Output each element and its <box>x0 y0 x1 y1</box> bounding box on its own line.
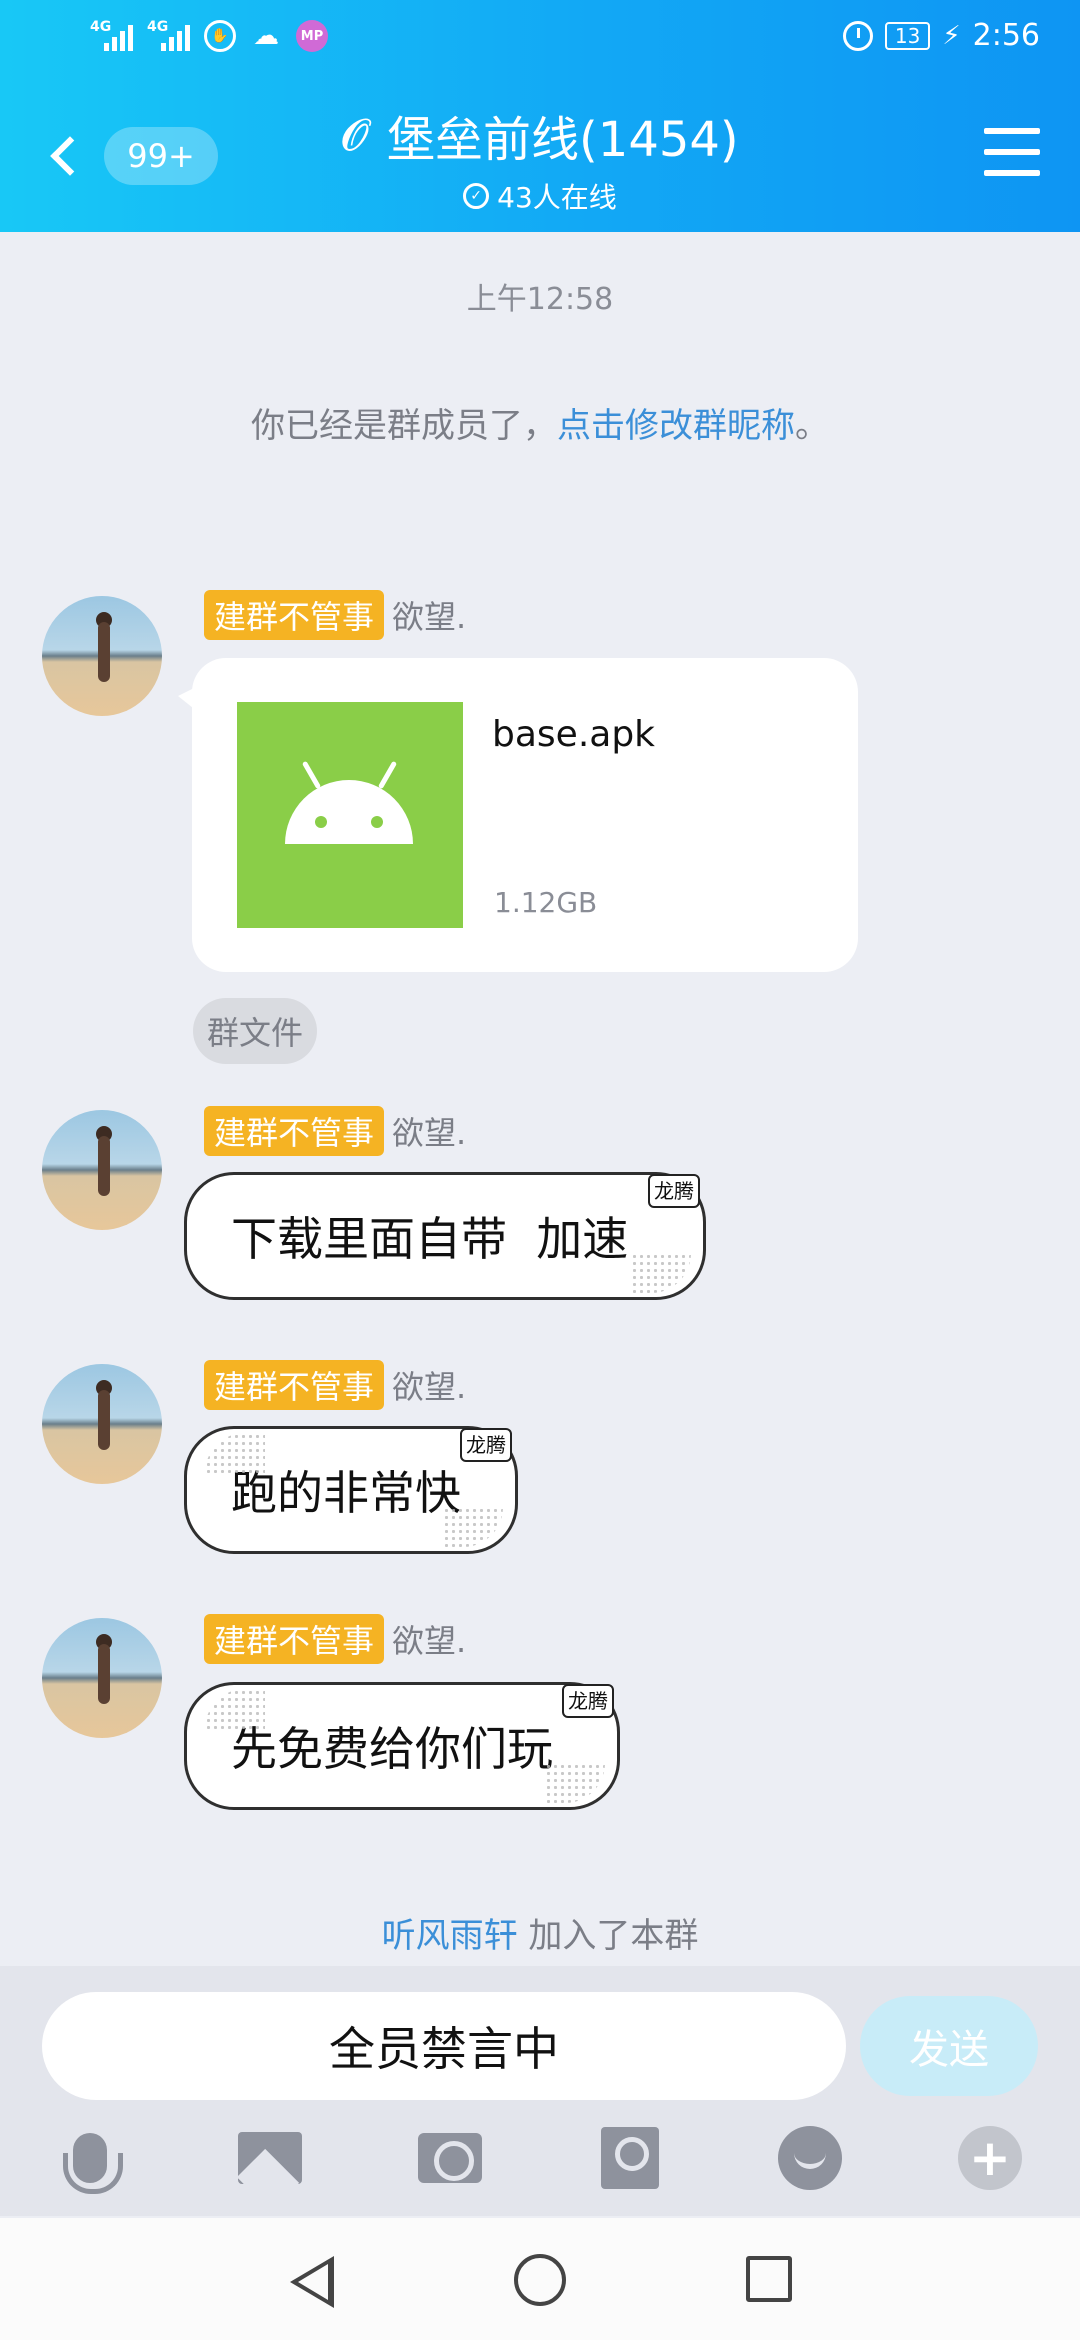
member-title-tag: 建群不管事 <box>204 1106 385 1156</box>
join-notice-text: 加入了本群 <box>517 1916 699 1956</box>
mp-app-icon: MP <box>296 20 328 52</box>
send-button[interactable]: 发送 <box>860 1996 1038 2096</box>
sender-nickname[interactable]: 欲望. <box>392 592 466 638</box>
status-left: 4G 4G ✋ ☁ MP <box>90 19 328 52</box>
menu-button[interactable] <box>984 128 1040 176</box>
sender-nickname[interactable]: 欲望. <box>392 1616 466 1662</box>
avatar[interactable] <box>42 1618 162 1738</box>
text-message-bubble[interactable]: 先免费给你们玩 <box>184 1682 620 1810</box>
edit-nickname-link[interactable]: 点击修改群昵称 <box>557 406 795 446</box>
bubble-decoration-badge: 龙腾 <box>562 1684 614 1718</box>
bubble-decoration-badge: 龙腾 <box>648 1174 700 1208</box>
ear-icon[interactable]: 𝓞 <box>341 110 369 161</box>
emoji-icon[interactable] <box>778 2126 842 2190</box>
plus-icon[interactable]: + <box>958 2126 1022 2190</box>
message-timestamp: 上午12:58 <box>466 282 614 317</box>
chat-header: 4G 4G ✋ ☁ MP 13 ⚡ 2:56 99+ 𝓞 堡垒前线(1454) <box>0 0 1080 232</box>
online-count: 43人在线 <box>497 181 617 214</box>
status-time: 2:56 <box>972 18 1040 53</box>
status-bar: 4G 4G ✋ ☁ MP 13 ⚡ 2:56 <box>0 0 1080 80</box>
network-label-1: 4G <box>90 19 112 35</box>
wechat-icon: ☁ <box>253 21 279 51</box>
notification-app-icon: ✋ <box>204 20 236 52</box>
message-text: 跑的非常快 <box>231 1466 461 1520</box>
system-nav-bar <box>0 2218 1080 2340</box>
file-name: base.apk <box>492 714 656 755</box>
file-size: 1.12GB <box>494 886 598 919</box>
group-title: 堡垒前线(1454) <box>387 112 739 168</box>
message-text: 先免费给你们玩 <box>231 1722 553 1776</box>
network-label-2: 4G <box>147 19 169 35</box>
status-right: 13 ⚡ 2:56 <box>842 18 1040 53</box>
system-notice: 你已经是群成员了，点击修改群昵称。 <box>0 398 1080 447</box>
avatar[interactable] <box>42 1110 162 1230</box>
chat-title-area[interactable]: 𝓞 堡垒前线(1454) ✓ 43人在线 <box>0 100 1080 216</box>
avatar[interactable] <box>42 1364 162 1484</box>
nav-home-icon[interactable] <box>514 2254 566 2306</box>
file-message-bubble[interactable]: base.apk 1.12GB <box>178 658 858 972</box>
system-notice-text: 你已经是群成员了， <box>251 406 557 446</box>
sender-nickname[interactable]: 欲望. <box>392 1362 466 1408</box>
online-check-icon: ✓ <box>463 183 490 209</box>
bubble-decoration-badge: 龙腾 <box>460 1428 512 1462</box>
avatar[interactable] <box>42 596 162 716</box>
sender-nickname[interactable]: 欲望. <box>392 1108 466 1154</box>
member-title-tag: 建群不管事 <box>204 590 385 640</box>
sender-row: 建群不管事 欲望. <box>204 590 466 640</box>
nav-recents-icon[interactable] <box>746 2256 792 2302</box>
joined-user-link[interactable]: 听风雨轩 <box>382 1916 518 1956</box>
sender-row: 建群不管事 欲望. <box>204 1360 466 1410</box>
android-apk-icon <box>237 702 463 928</box>
message-text: 下载里面自带 加速 <box>231 1212 629 1266</box>
text-message-bubble[interactable]: 下载里面自带 加速 <box>184 1172 706 1300</box>
input-toolbar: + <box>0 2126 1080 2206</box>
input-area: 全员禁言中 发送 + <box>0 1966 1080 2216</box>
nav-back-icon[interactable] <box>290 2256 334 2308</box>
charging-icon: ⚡ <box>942 20 961 51</box>
signal-icon-1: 4G <box>90 19 133 51</box>
member-title-tag: 建群不管事 <box>204 1614 385 1664</box>
message-input[interactable]: 全员禁言中 <box>42 1992 846 2100</box>
group-file-label[interactable]: 群文件 <box>193 998 318 1064</box>
signal-icon-2: 4G <box>147 19 190 51</box>
system-notice-suffix: 。 <box>795 406 829 446</box>
image-icon[interactable] <box>238 2126 302 2190</box>
alarm-icon <box>842 20 873 51</box>
camera-icon[interactable] <box>418 2126 482 2190</box>
join-notice: 听风雨轩 加入了本群 <box>0 1908 1080 1957</box>
red-packet-icon[interactable] <box>598 2126 662 2190</box>
microphone-icon[interactable] <box>58 2126 123 2194</box>
member-title-tag: 建群不管事 <box>204 1360 385 1410</box>
battery-indicator: 13 <box>884 21 931 50</box>
sender-row: 建群不管事 欲望. <box>204 1614 466 1664</box>
sender-row: 建群不管事 欲望. <box>204 1106 466 1156</box>
